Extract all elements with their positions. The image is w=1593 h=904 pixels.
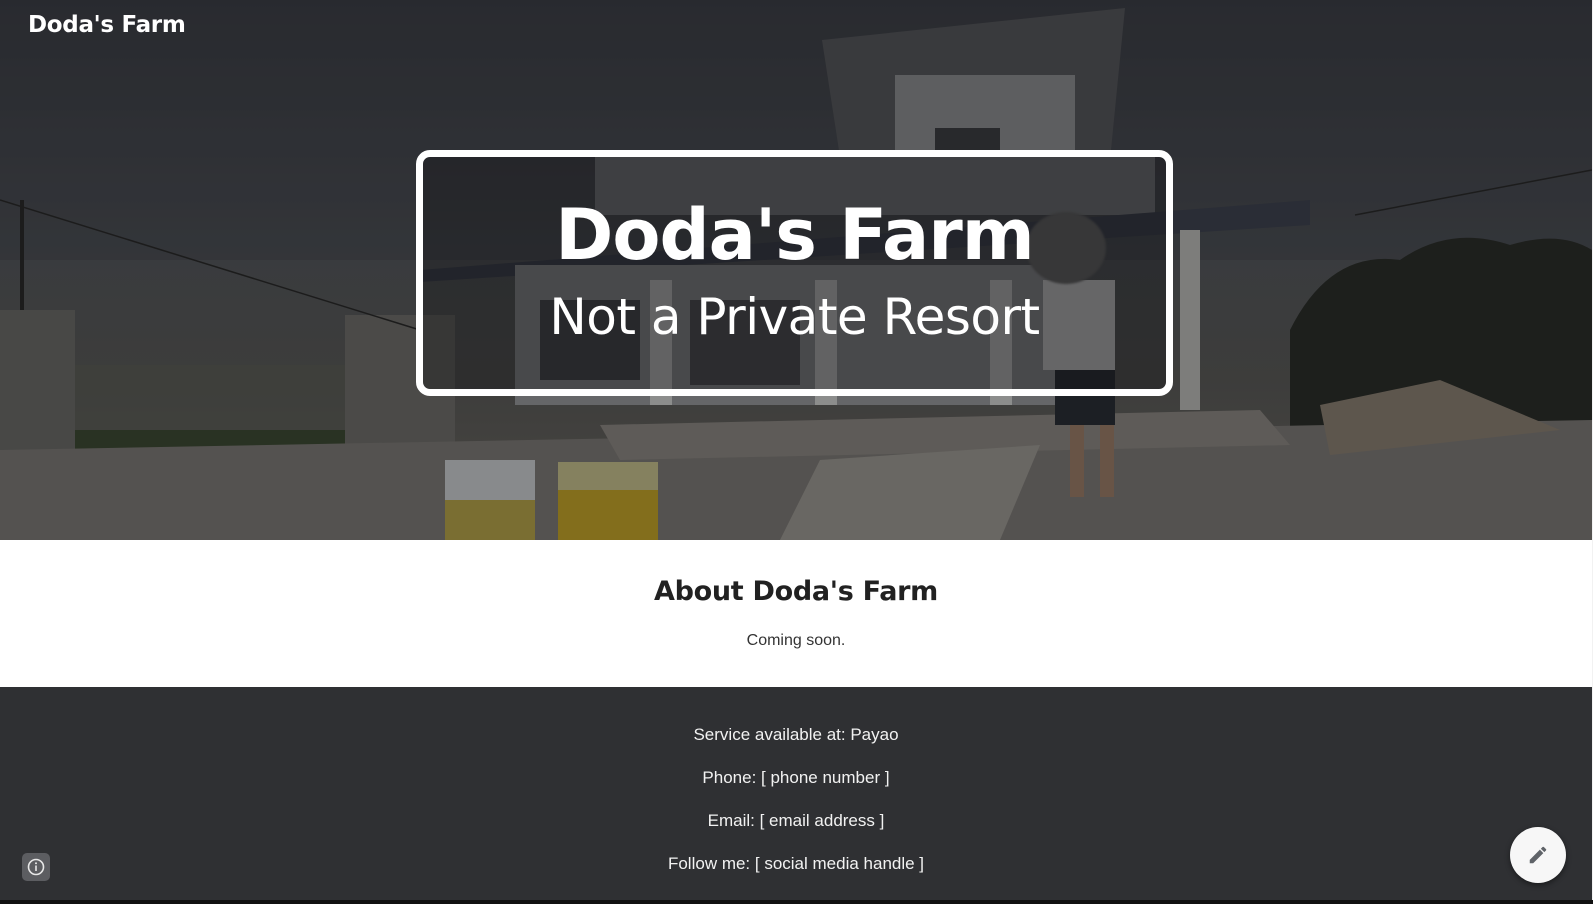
site-title[interactable]: Doda's Farm: [28, 12, 186, 38]
window-bottom-edge: [0, 900, 1593, 904]
pencil-icon: [1529, 846, 1547, 864]
info-icon: [27, 858, 45, 876]
footer-phone: Phone: [ phone number ]: [702, 768, 890, 787]
footer-social: Follow me: [ social media handle ]: [667, 854, 925, 873]
footer-email: Email: [ email address ]: [707, 811, 885, 830]
info-button[interactable]: [22, 853, 50, 881]
hero-subtitle: Not a Private Resort: [549, 288, 1040, 346]
hero-title-box: Doda's Farm Not a Private Resort: [416, 150, 1173, 396]
footer: Service available at: Payao Phone: [ pho…: [0, 687, 1592, 900]
about-heading: About Doda's Farm: [654, 576, 938, 607]
hero-title: Doda's Farm: [555, 194, 1034, 276]
hero-banner: Doda's Farm Doda's Farm Not a Private Re…: [0, 0, 1592, 540]
footer-service-area: Service available at: Payao: [693, 725, 899, 744]
about-section: About Doda's Farm Coming soon.: [0, 540, 1592, 687]
edit-button[interactable]: [1510, 827, 1566, 883]
page: Doda's Farm Doda's Farm Not a Private Re…: [0, 0, 1592, 900]
about-text: Coming soon.: [746, 632, 846, 649]
